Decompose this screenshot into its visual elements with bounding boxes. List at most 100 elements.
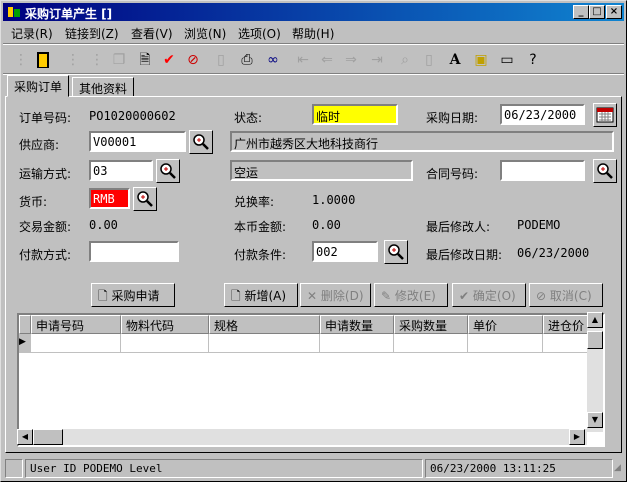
previous-record-icon[interactable]: ⇐ bbox=[317, 50, 337, 70]
local-amount-value: 0.00 bbox=[312, 218, 341, 232]
grid-cell[interactable] bbox=[121, 334, 209, 353]
edit-icon: ✎ bbox=[381, 289, 392, 303]
scroll-down-icon[interactable]: ▼ bbox=[587, 412, 603, 428]
supplier-lookup-button[interactable] bbox=[189, 130, 213, 154]
cancel-button[interactable]: ⊘ 取消(C) bbox=[529, 283, 603, 307]
menu-options[interactable]: 选项(O) bbox=[238, 25, 281, 42]
next-record-icon[interactable]: ⇒ bbox=[341, 50, 361, 70]
menu-record[interactable]: 记录(R) bbox=[11, 25, 53, 42]
delete-button[interactable]: ✕ 删除(D) bbox=[300, 283, 371, 307]
form-icon[interactable]: ▭ bbox=[497, 50, 517, 70]
document-icon: 🗋 bbox=[98, 289, 108, 303]
trade-amount-label: 交易金额: bbox=[19, 220, 72, 234]
title-bar[interactable]: 采购订单产生 [] _ □ × bbox=[3, 3, 624, 21]
column-header[interactable]: 申请号码 bbox=[31, 315, 121, 334]
column-header[interactable]: 采购数量 bbox=[394, 315, 468, 334]
purchase-request-button[interactable]: 🗋 采购申请 bbox=[91, 283, 175, 307]
first-record-icon[interactable]: ⇤ bbox=[293, 50, 313, 70]
delete-label: 删除(D) bbox=[320, 289, 364, 303]
magnifier-icon bbox=[193, 134, 209, 150]
confirm-button[interactable]: ✔ 确定(O) bbox=[452, 283, 526, 307]
status-bar: User ID PODEMO Level 06/23/2000 13:11:25… bbox=[3, 457, 624, 479]
font-icon[interactable]: A bbox=[445, 50, 465, 70]
grid-header: 申请号码 物料代码 规格 申请数量 采购数量 单价 进仓价 bbox=[19, 315, 603, 334]
maximize-button[interactable]: □ bbox=[589, 5, 605, 19]
grid-cell[interactable] bbox=[31, 334, 121, 353]
separator-icon: ⋮ bbox=[90, 52, 104, 68]
save-icon[interactable]: 🗎 bbox=[135, 50, 155, 70]
note-icon[interactable]: ▣ bbox=[471, 50, 491, 70]
scroll-left-icon[interactable]: ◀ bbox=[17, 429, 33, 445]
calendar-button[interactable] bbox=[593, 103, 617, 127]
contract-no-input[interactable] bbox=[500, 160, 585, 181]
menu-view[interactable]: 查看(V) bbox=[131, 25, 173, 42]
resize-grip-icon[interactable]: ◢ bbox=[614, 463, 624, 477]
modify-button[interactable]: ✎ 修改(E) bbox=[374, 283, 448, 307]
currency-label: 货币: bbox=[19, 195, 48, 209]
currency-input[interactable]: RMB bbox=[89, 188, 130, 209]
shipping-name-field: 空运 bbox=[230, 160, 413, 181]
payment-terms-input[interactable]: 002 bbox=[312, 241, 378, 262]
minimize-button[interactable]: _ bbox=[573, 5, 589, 19]
last-modifier-label: 最后修改人: bbox=[426, 220, 491, 234]
menu-bar: 记录(R) 链接到(Z) 查看(V) 浏览(N) 选项(O) 帮助(H) bbox=[3, 22, 624, 42]
grid-cell[interactable] bbox=[394, 334, 468, 353]
grid-cell[interactable] bbox=[468, 334, 543, 353]
contract-label: 合同号码: bbox=[426, 167, 479, 181]
new-icon: 🗋 bbox=[231, 289, 241, 303]
last-record-icon[interactable]: ⇥ bbox=[367, 50, 387, 70]
column-header[interactable]: 申请数量 bbox=[320, 315, 394, 334]
trade-amount-value: 0.00 bbox=[89, 218, 118, 232]
local-amount-label: 本币金额: bbox=[234, 220, 287, 234]
detail-grid[interactable]: 申请号码 物料代码 规格 申请数量 采购数量 单价 进仓价 ▶ bbox=[17, 313, 605, 447]
tab-purchase-order[interactable]: 采购订单 bbox=[7, 75, 70, 97]
undo-icon[interactable]: ⊘ bbox=[183, 50, 203, 70]
new-doc-icon[interactable]: ▯ bbox=[211, 50, 231, 70]
contract-lookup-button[interactable] bbox=[593, 159, 617, 183]
scroll-thumb[interactable] bbox=[33, 429, 63, 445]
payment-method-input[interactable] bbox=[89, 241, 179, 262]
purchase-date-label: 采购日期: bbox=[426, 111, 479, 125]
blank-icon[interactable]: ▯ bbox=[419, 50, 439, 70]
column-header[interactable]: 物料代码 bbox=[121, 315, 209, 334]
exchange-rate-value: 1.0000 bbox=[312, 193, 356, 207]
window-title: 采购订单产生 [] bbox=[25, 7, 113, 21]
close-button[interactable]: × bbox=[606, 5, 622, 19]
payment-terms-lookup-button[interactable] bbox=[384, 240, 408, 264]
exit-door-icon[interactable] bbox=[33, 50, 53, 70]
order-no-label: 订单号码: bbox=[19, 111, 72, 125]
shipping-lookup-button[interactable] bbox=[156, 159, 180, 183]
payment-method-label: 付款方式: bbox=[19, 248, 72, 262]
supplier-label: 供应商: bbox=[19, 138, 60, 152]
supplier-code-input[interactable]: V00001 bbox=[89, 131, 186, 152]
grid-horizontal-scrollbar[interactable]: ◀ ▶ bbox=[17, 429, 587, 445]
grid-cell[interactable] bbox=[209, 334, 320, 353]
table-row[interactable]: ▶ bbox=[19, 334, 603, 353]
help-icon[interactable]: ? bbox=[523, 50, 543, 70]
currency-lookup-button[interactable] bbox=[133, 187, 157, 211]
grip-icon: ⋮ bbox=[66, 52, 80, 68]
scroll-up-icon[interactable]: ▲ bbox=[587, 312, 603, 328]
purchase-date-input[interactable]: 06/23/2000 bbox=[500, 104, 585, 125]
grid-vertical-scrollbar[interactable]: ▲ ▼ bbox=[587, 312, 603, 432]
check-icon[interactable]: ✔ bbox=[159, 50, 179, 70]
find-icon[interactable]: ⌕ bbox=[395, 50, 415, 70]
column-header[interactable]: 单价 bbox=[468, 315, 543, 334]
checkmark-icon: ✔ bbox=[459, 289, 470, 303]
scroll-thumb[interactable] bbox=[587, 331, 603, 349]
menu-help[interactable]: 帮助(H) bbox=[292, 25, 334, 42]
grid-cell[interactable] bbox=[320, 334, 394, 353]
shipping-code-input[interactable]: 03 bbox=[89, 160, 153, 181]
column-header[interactable]: 规格 bbox=[209, 315, 320, 334]
copy-icon[interactable]: ❐ bbox=[109, 50, 129, 70]
menu-browse[interactable]: 浏览(N) bbox=[184, 25, 226, 42]
scroll-right-icon[interactable]: ▶ bbox=[569, 429, 585, 445]
status-field: 临时 bbox=[312, 104, 398, 125]
preview-glasses-icon[interactable]: ∞ bbox=[263, 50, 283, 70]
magnifier-icon bbox=[597, 163, 613, 179]
add-button[interactable]: 🗋 新增(A) bbox=[224, 283, 298, 307]
order-no-value: PO1020000602 bbox=[89, 109, 176, 123]
print-icon[interactable]: ⎙ bbox=[237, 50, 257, 70]
menu-link-to[interactable]: 链接到(Z) bbox=[65, 25, 119, 42]
tab-other-info[interactable]: 其他资料 bbox=[72, 77, 135, 97]
